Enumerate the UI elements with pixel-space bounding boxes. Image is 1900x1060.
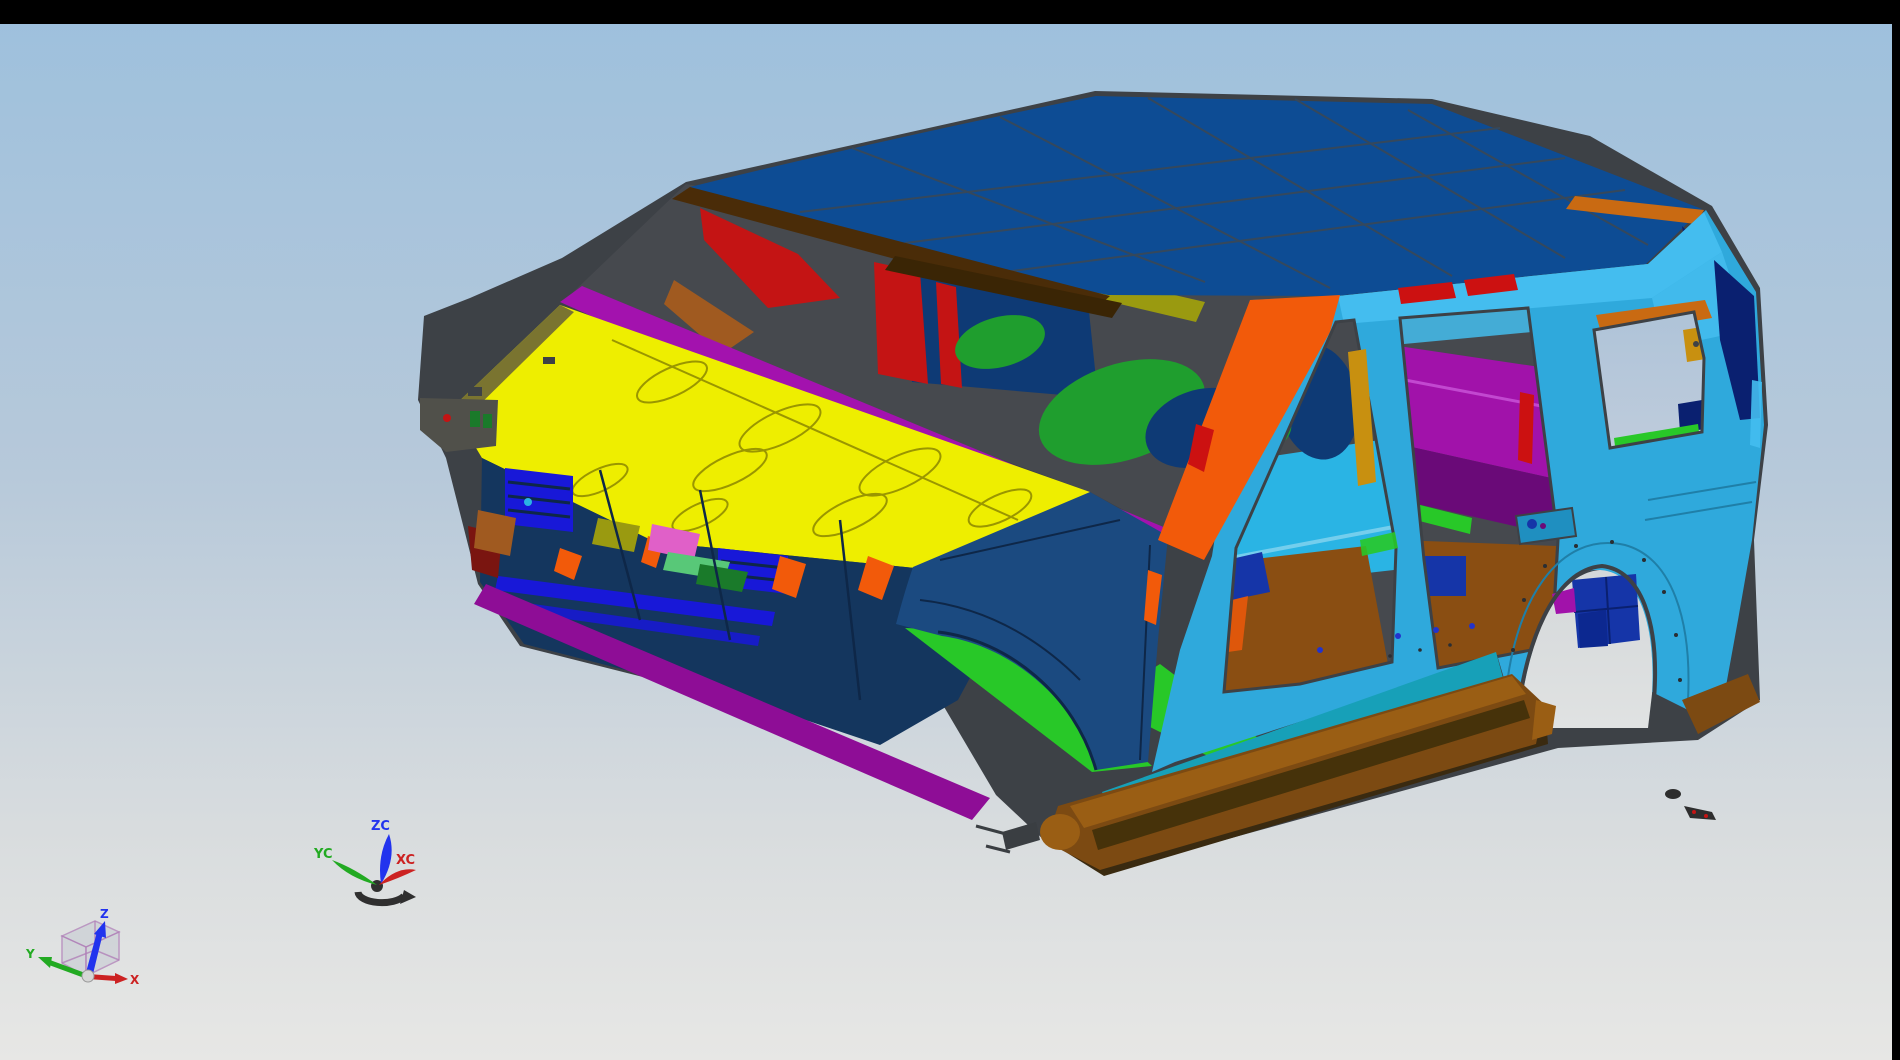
datum-x-label: X: [130, 973, 140, 987]
cad-canvas[interactable]: ZC YC XC Z Y X: [0, 0, 1900, 1060]
handle-blue-bit: [1527, 519, 1537, 529]
firewall-red-strip: [874, 262, 928, 384]
tip-green-block: [470, 411, 480, 427]
datum-y-label: Y: [25, 947, 35, 961]
handle-purple-bit: [1540, 523, 1546, 529]
brown-bit: [474, 510, 516, 556]
tip-red-dot: [443, 414, 451, 422]
d-pillar-cyan-sliver: [1750, 380, 1762, 448]
wcs-xc-label: XC: [396, 853, 415, 868]
hood-vent-hole: [543, 357, 555, 364]
cyan-dot: [524, 498, 532, 506]
datum-z-label: Z: [100, 907, 109, 921]
wcs-yc-label: YC: [313, 847, 333, 862]
datum-origin-sphere[interactable]: [82, 970, 94, 982]
cad-graphics-window[interactable]: ZC YC XC Z Y X: [0, 0, 1900, 1060]
tip-green-block: [483, 414, 492, 428]
right-black-bar: [1892, 0, 1900, 1060]
debris-red-dot: [1692, 810, 1696, 814]
board-left-cap: [1040, 814, 1080, 850]
wcs-zc-label: ZC: [371, 819, 390, 834]
top-black-bar: [0, 0, 1900, 24]
bracket-hole: [1693, 341, 1699, 347]
debris-piece[interactable]: [1665, 789, 1681, 799]
wheelhouse-box-sub: [1578, 610, 1608, 648]
debris-red-dot: [1704, 814, 1708, 818]
trim-red-sliver: [1518, 392, 1534, 464]
hood-vent-hole: [468, 387, 482, 396]
